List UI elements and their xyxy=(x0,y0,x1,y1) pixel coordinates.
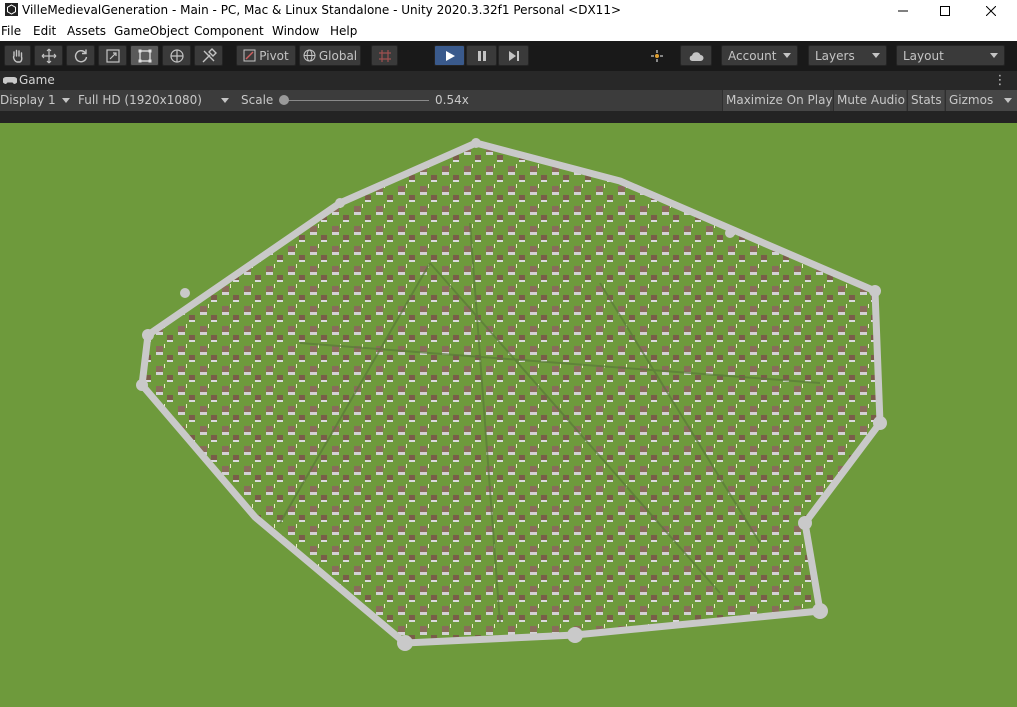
unity-app-icon xyxy=(5,3,18,16)
rotate-icon xyxy=(74,49,87,62)
scale-slider-track[interactable] xyxy=(284,100,429,101)
game-controls-bar: Display 1 Full HD (1920x1080) Scale 0.54… xyxy=(0,90,1017,112)
pivot-icon xyxy=(243,49,256,62)
move-tool-button[interactable] xyxy=(34,45,63,66)
maximize-icon xyxy=(940,5,950,16)
rotate-tool-button[interactable] xyxy=(66,45,95,66)
display-label: Display 1 xyxy=(0,93,56,107)
collab-button[interactable] xyxy=(642,45,671,66)
layers-dropdown[interactable]: Layers xyxy=(808,45,887,66)
hand-tool-button[interactable] xyxy=(4,45,31,66)
layers-label: Layers xyxy=(815,48,855,63)
account-dropdown[interactable]: Account xyxy=(721,45,798,66)
rect-tool-button[interactable] xyxy=(130,45,159,66)
stats-toggle[interactable]: Stats xyxy=(907,90,944,111)
scale-value: 0.54x xyxy=(435,93,469,107)
display-dropdown[interactable]: Display 1 xyxy=(0,90,72,111)
transform-icon xyxy=(169,48,184,63)
pause-icon xyxy=(477,50,486,61)
grid-snap-icon xyxy=(378,49,391,62)
collab-icon xyxy=(650,49,663,62)
chevron-down-icon xyxy=(990,53,998,58)
title-bar: VilleMedievalGeneration - Main - PC, Mac… xyxy=(0,0,1017,21)
global-toggle[interactable]: Global xyxy=(299,45,361,66)
maximize-button[interactable] xyxy=(922,0,968,21)
account-label: Account xyxy=(728,48,777,63)
game-tab-bar: Game ⋮ xyxy=(0,71,1017,90)
layout-label: Layout xyxy=(903,48,944,63)
tab-game[interactable]: Game xyxy=(19,73,55,87)
game-view[interactable] xyxy=(0,111,1017,707)
gamepad-icon xyxy=(3,77,17,84)
move-icon xyxy=(41,48,56,63)
grid-snap-button[interactable] xyxy=(371,45,398,66)
gizmos-dropdown[interactable]: Gizmos xyxy=(945,90,1017,111)
minimize-button[interactable] xyxy=(880,0,926,21)
step-icon xyxy=(508,50,519,61)
global-label: Global xyxy=(318,48,358,63)
minimize-icon xyxy=(898,10,908,11)
maximize-on-play-toggle[interactable]: Maximize On Play xyxy=(722,90,833,111)
more-icon[interactable]: ⋮ xyxy=(994,72,1007,89)
menu-assets[interactable]: Assets xyxy=(67,21,106,41)
custom-tool-button[interactable] xyxy=(194,45,223,66)
gizmos-label: Gizmos xyxy=(949,93,994,107)
menu-edit[interactable]: Edit xyxy=(33,21,56,41)
menu-bar: File Edit Assets GameObject Component Wi… xyxy=(0,21,1017,41)
close-icon xyxy=(986,5,996,16)
custom-tool-icon xyxy=(202,47,217,62)
step-button[interactable] xyxy=(498,45,529,66)
scale-slider-thumb[interactable] xyxy=(279,95,289,105)
pivot-toggle[interactable]: Pivot xyxy=(236,45,296,66)
chevron-down-icon xyxy=(221,98,229,103)
scale-label: Scale xyxy=(241,93,274,107)
chevron-down-icon xyxy=(783,53,791,58)
window-title: VilleMedievalGeneration - Main - PC, Mac… xyxy=(22,3,622,17)
pause-button[interactable] xyxy=(466,45,497,66)
menu-file[interactable]: File xyxy=(1,21,21,41)
pivot-label: Pivot xyxy=(259,48,289,63)
chevron-down-icon xyxy=(62,98,70,103)
menu-help[interactable]: Help xyxy=(330,21,357,41)
rect-icon xyxy=(138,49,151,62)
globe-icon xyxy=(303,49,316,62)
hand-icon xyxy=(12,49,22,63)
play-icon xyxy=(445,50,455,61)
resolution-label: Full HD (1920x1080) xyxy=(78,93,202,107)
play-button[interactable] xyxy=(434,45,465,66)
layout-dropdown[interactable]: Layout xyxy=(896,45,1005,66)
mute-audio-toggle[interactable]: Mute Audio xyxy=(833,90,906,111)
scale-tool-button[interactable] xyxy=(98,45,127,66)
resolution-dropdown[interactable]: Full HD (1920x1080) xyxy=(78,90,232,111)
close-button[interactable] xyxy=(968,0,1014,21)
transform-tool-button[interactable] xyxy=(162,45,191,66)
menu-gameobject[interactable]: GameObject xyxy=(114,21,189,41)
scale-icon xyxy=(105,48,120,63)
cloud-icon xyxy=(689,51,704,61)
toolbar: Pivot Global Account Layers Layout xyxy=(0,41,1017,71)
chevron-down-icon xyxy=(1004,98,1012,103)
cloud-button[interactable] xyxy=(680,45,712,66)
chevron-down-icon xyxy=(872,53,880,58)
game-render[interactable] xyxy=(0,123,1017,707)
menu-component[interactable]: Component xyxy=(194,21,264,41)
menu-window[interactable]: Window xyxy=(272,21,319,41)
